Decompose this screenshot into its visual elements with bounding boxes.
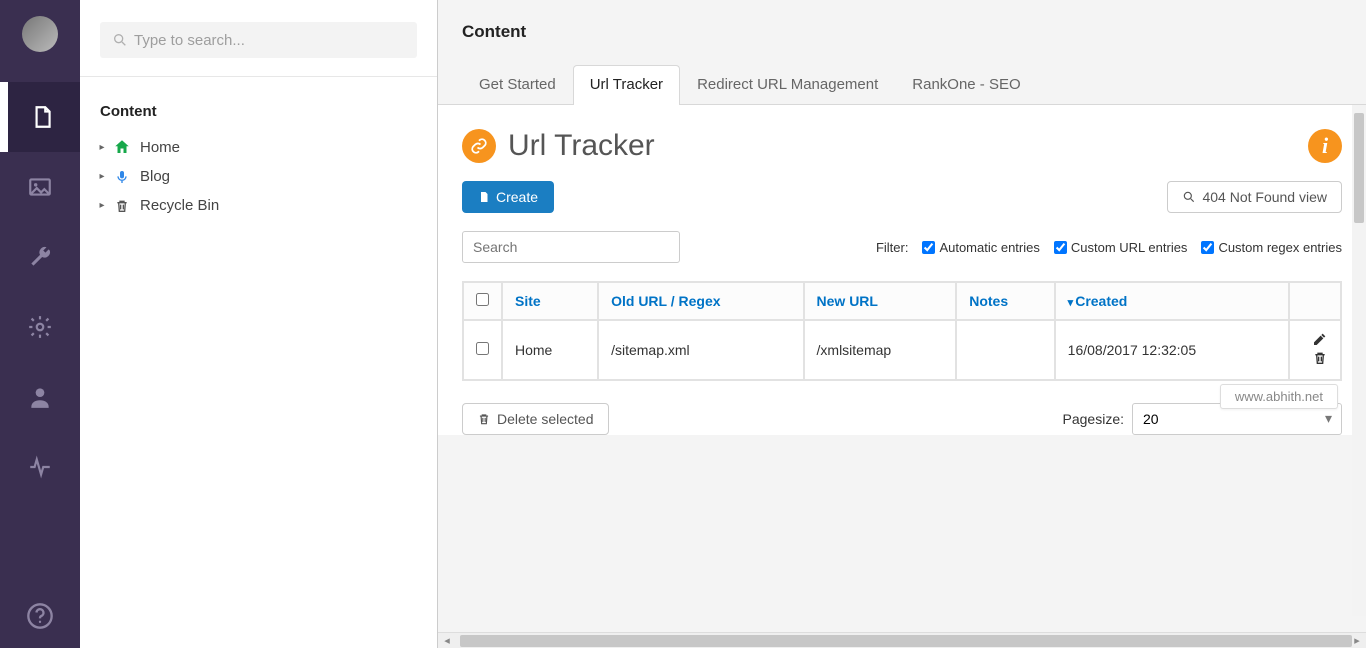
user-icon <box>27 384 53 410</box>
nav-media[interactable] <box>0 152 80 222</box>
create-button-label: Create <box>496 189 538 205</box>
cell-old-url: /sitemap.xml <box>598 320 803 380</box>
nav-developer[interactable] <box>0 292 80 362</box>
gear-icon <box>27 314 53 340</box>
content-tree: ▸ Home ▸ Blog ▸ Recycle Bin <box>80 132 437 220</box>
cell-notes <box>956 320 1054 380</box>
avatar[interactable] <box>22 16 58 52</box>
nav-content[interactable] <box>0 82 80 152</box>
document-icon <box>478 190 490 204</box>
filter-custom-regex[interactable]: Custom regex entries <box>1201 240 1342 255</box>
chevron-right-icon[interactable]: ▸ <box>96 200 108 211</box>
create-button[interactable]: Create <box>462 181 554 213</box>
tab-get-started[interactable]: Get Started <box>462 65 573 105</box>
filter-custom-url[interactable]: Custom URL entries <box>1054 240 1188 255</box>
delete-selected-label: Delete selected <box>497 411 594 427</box>
filter-custom-regex-checkbox[interactable] <box>1201 241 1214 254</box>
header-title: Content <box>462 22 1342 42</box>
pagesize-label: Pagesize: <box>1063 411 1124 427</box>
tree-item-label: Home <box>140 139 180 156</box>
edit-icon[interactable] <box>1312 334 1328 350</box>
chevron-down-icon: ▾ <box>1068 297 1074 309</box>
tree-panel: Content ▸ Home ▸ Blog ▸ R <box>80 0 438 648</box>
help-icon <box>26 602 54 630</box>
trash-icon[interactable] <box>1312 353 1328 369</box>
global-search-input[interactable] <box>100 22 417 58</box>
activity-icon <box>27 454 53 480</box>
table-row[interactable]: Home /sitemap.xml /xmlsitemap 16/08/2017… <box>463 320 1341 380</box>
cell-created: 16/08/2017 12:32:05 <box>1055 320 1289 380</box>
filter-automatic-checkbox[interactable] <box>922 241 935 254</box>
col-old-url[interactable]: Old URL / Regex <box>598 282 803 320</box>
tree-item-label: Recycle Bin <box>140 197 219 214</box>
link-icon <box>462 129 496 163</box>
horizontal-scrollbar[interactable]: ◂ ▸ <box>438 632 1366 648</box>
row-checkbox[interactable] <box>476 342 489 355</box>
not-found-view-button[interactable]: 404 Not Found view <box>1167 181 1342 213</box>
select-all-checkbox[interactable] <box>476 293 489 306</box>
col-site[interactable]: Site <box>502 282 598 320</box>
delete-selected-button[interactable]: Delete selected <box>462 403 609 435</box>
filter-label: Filter: <box>876 240 909 255</box>
info-icon[interactable]: i <box>1308 129 1342 163</box>
search-icon <box>112 32 128 48</box>
tree-item-recycle-bin[interactable]: ▸ Recycle Bin <box>96 191 421 220</box>
vertical-scrollbar[interactable] <box>1352 105 1366 616</box>
document-icon <box>29 104 55 130</box>
wrench-icon <box>27 244 53 270</box>
tree-item-blog[interactable]: ▸ Blog <box>96 162 421 191</box>
home-icon <box>112 138 132 156</box>
filter-automatic[interactable]: Automatic entries <box>922 240 1039 255</box>
nav-settings[interactable] <box>0 222 80 292</box>
tree-item-label: Blog <box>140 168 170 185</box>
col-new-url[interactable]: New URL <box>804 282 957 320</box>
main-area: Content Get Started Url Tracker Redirect… <box>438 0 1366 648</box>
trash-icon <box>477 412 491 426</box>
watermark: www.abhith.net <box>1220 384 1338 409</box>
url-tracker-table: Site Old URL / Regex New URL Notes ▾Crea… <box>462 281 1342 381</box>
nav-activity[interactable] <box>0 432 80 502</box>
cell-new-url: /xmlsitemap <box>804 320 957 380</box>
col-notes[interactable]: Notes <box>956 282 1054 320</box>
image-icon <box>27 174 53 200</box>
col-created[interactable]: ▾Created <box>1055 282 1289 320</box>
scroll-left-icon[interactable]: ◂ <box>440 634 454 647</box>
chevron-right-icon[interactable]: ▸ <box>96 142 108 153</box>
nav-help[interactable] <box>0 602 80 630</box>
scroll-right-icon[interactable]: ▸ <box>1350 634 1364 647</box>
tab-rankone-seo[interactable]: RankOne - SEO <box>895 65 1037 105</box>
section-title: Content <box>80 77 437 132</box>
microphone-icon <box>112 169 132 185</box>
trash-icon <box>112 198 132 214</box>
filter-custom-url-checkbox[interactable] <box>1054 241 1067 254</box>
tab-redirect-url[interactable]: Redirect URL Management <box>680 65 895 105</box>
search-icon <box>1182 190 1196 204</box>
chevron-right-icon[interactable]: ▸ <box>96 171 108 182</box>
nav-users[interactable] <box>0 362 80 432</box>
page-title: Url Tracker <box>508 129 655 163</box>
nav-rail <box>0 0 80 648</box>
tree-item-home[interactable]: ▸ Home <box>96 132 421 162</box>
content-tabs: Get Started Url Tracker Redirect URL Man… <box>462 64 1342 104</box>
cell-site: Home <box>502 320 598 380</box>
table-search-input[interactable] <box>462 231 680 263</box>
not-found-view-label: 404 Not Found view <box>1202 189 1327 205</box>
tab-url-tracker[interactable]: Url Tracker <box>573 65 680 105</box>
